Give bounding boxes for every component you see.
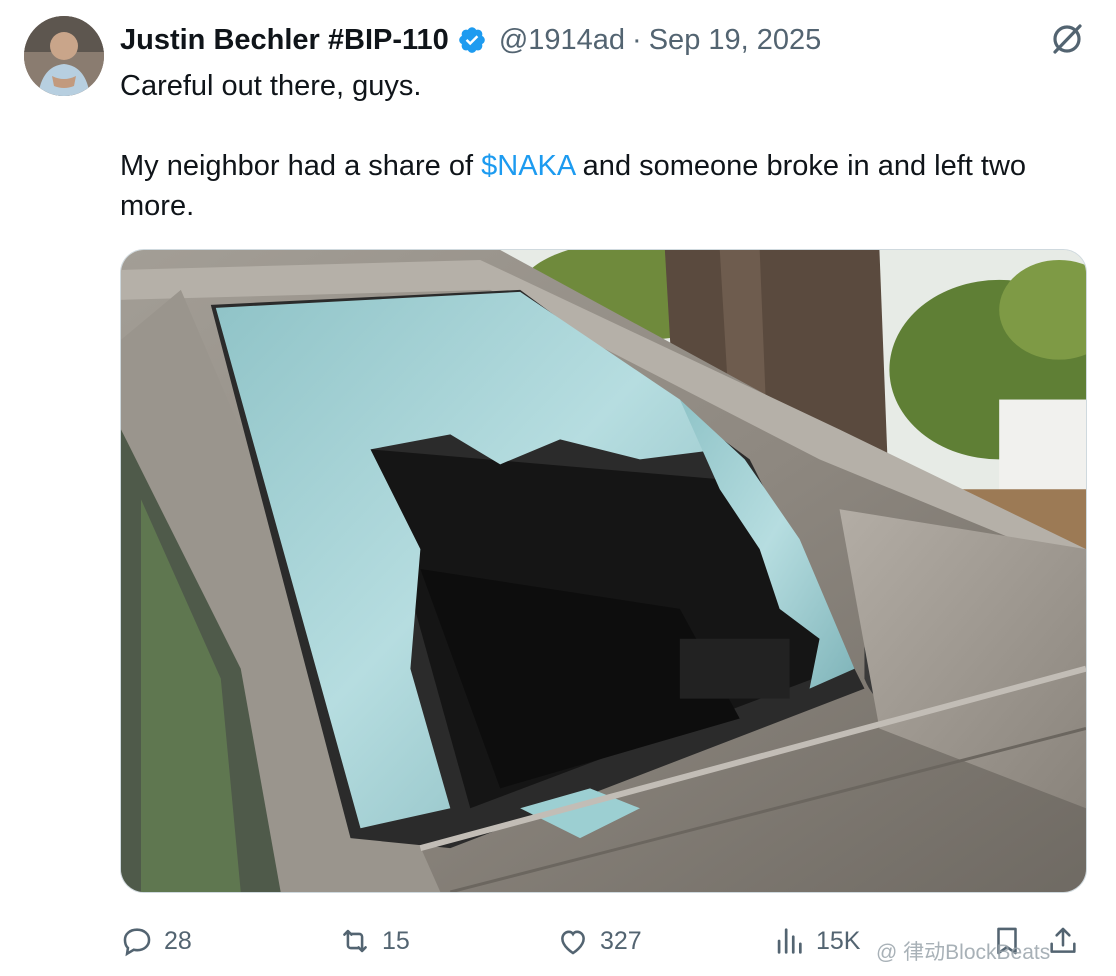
avatar[interactable]: [24, 16, 104, 96]
watermark-text: @ 律动BlockBeats: [876, 941, 1051, 964]
author-handle[interactable]: @1914ad: [499, 24, 625, 57]
like-button[interactable]: 327: [556, 918, 642, 964]
like-count: 327: [600, 926, 642, 955]
verified-badge-icon: [457, 25, 487, 55]
share-icon: [1050, 927, 1076, 953]
repost-button[interactable]: 15: [338, 918, 410, 964]
grok-icon[interactable]: [1046, 18, 1088, 60]
reply-button[interactable]: 28: [120, 918, 192, 964]
like-icon: [561, 930, 585, 955]
views-count: 15K: [816, 926, 861, 955]
views-button[interactable]: 15K: [772, 918, 860, 964]
tweet-media-photo[interactable]: [120, 249, 1087, 893]
tweet-header: Justin Bechler #BIP-110 @1914ad · Sep 19…: [120, 20, 821, 60]
broken-car-window-photo: [121, 250, 1086, 892]
share-button[interactable]: [1046, 918, 1080, 964]
tweet-date[interactable]: Sep 19, 2025: [649, 24, 822, 57]
cashtag-link[interactable]: $NAKA: [481, 150, 575, 182]
author-name[interactable]: Justin Bechler #BIP-110: [120, 24, 449, 57]
repost-count: 15: [382, 926, 410, 955]
tweet-line-1: Careful out there, guys.: [120, 70, 422, 102]
reply-icon: [123, 928, 151, 957]
tweet-text-before-cashtag: My neighbor had a share of: [120, 150, 482, 182]
tweet-line-2: My neighbor had a share of $NAKA and som…: [120, 146, 1100, 226]
repost-icon: [343, 929, 367, 953]
views-icon: [777, 928, 802, 954]
tweet-text: Careful out there, guys. My neighbor had…: [120, 66, 1100, 226]
separator: ·: [632, 23, 642, 56]
reply-count: 28: [164, 926, 192, 955]
avatar-image: [24, 16, 104, 96]
